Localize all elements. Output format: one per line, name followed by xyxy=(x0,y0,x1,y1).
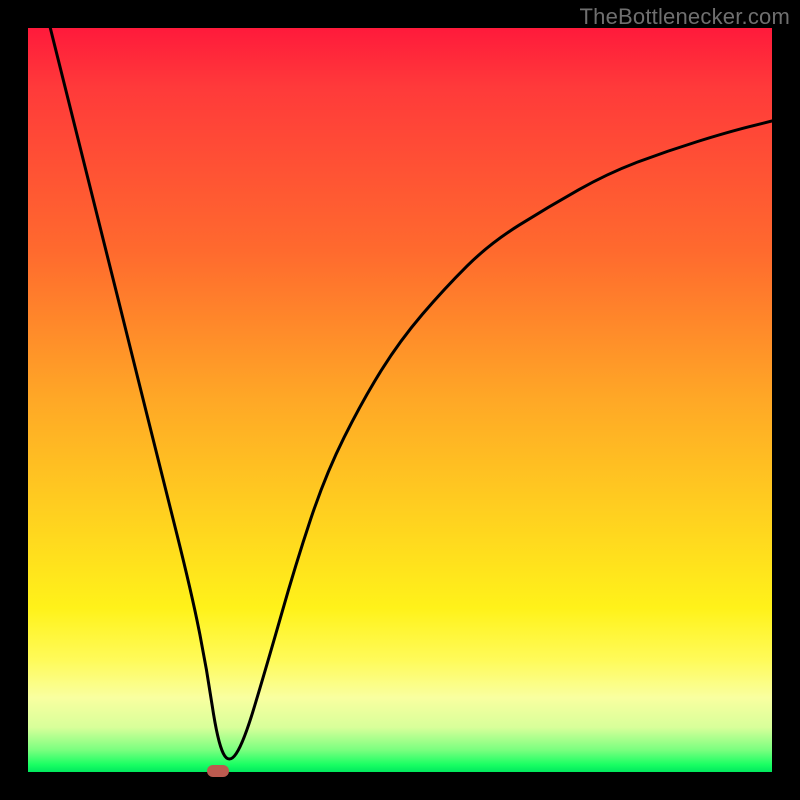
bottleneck-curve xyxy=(28,28,772,772)
minimum-marker xyxy=(207,765,229,777)
watermark-text: TheBottlenecker.com xyxy=(580,4,790,30)
chart-frame: TheBottlenecker.com xyxy=(0,0,800,800)
gradient-plot-area xyxy=(28,28,772,772)
